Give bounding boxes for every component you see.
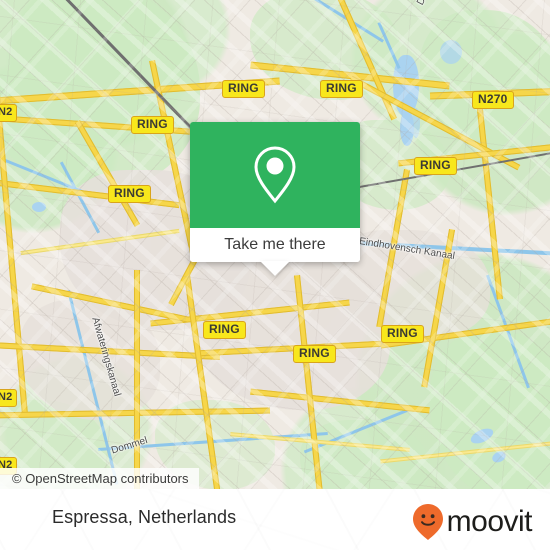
place-title: Espressa, Netherlands <box>52 507 237 527</box>
moovit-wordmark: moovit <box>446 505 533 538</box>
footer-bar: Espressa, Netherlands moovit <box>0 489 550 550</box>
road-shield-n2: N2 <box>0 389 18 407</box>
map-attribution[interactable]: © OpenStreetMap contributors <box>0 468 199 489</box>
road-shield-n270: N270 <box>472 91 514 109</box>
road-shield-ring: RING <box>203 321 246 339</box>
location-popup-card[interactable]: Take me there <box>190 122 360 276</box>
moovit-map-screen: RING RING RING N270 RING RING RING RING … <box>0 0 550 550</box>
popup-card-body: Take me there <box>190 122 360 262</box>
road-shield-ring: RING <box>320 80 363 98</box>
moovit-pin-smiley-icon <box>412 504 443 540</box>
popup-card-footer[interactable]: Take me there <box>190 228 360 262</box>
road-shield-n2: N2 <box>0 104 18 122</box>
road-shield-ring: RING <box>293 345 336 363</box>
road-shield-ring: RING <box>381 325 424 343</box>
moovit-brand[interactable]: moovit <box>411 503 533 541</box>
map-pin-icon <box>254 146 296 204</box>
road-shield-ring: RING <box>108 185 151 203</box>
road-shield-ring: RING <box>414 157 457 175</box>
take-me-there-label: Take me there <box>224 236 326 253</box>
popup-card-pointer <box>260 261 290 276</box>
road-shield-ring: RING <box>131 116 174 134</box>
road-shield-ring: RING <box>222 80 265 98</box>
popup-card-header <box>190 122 360 228</box>
